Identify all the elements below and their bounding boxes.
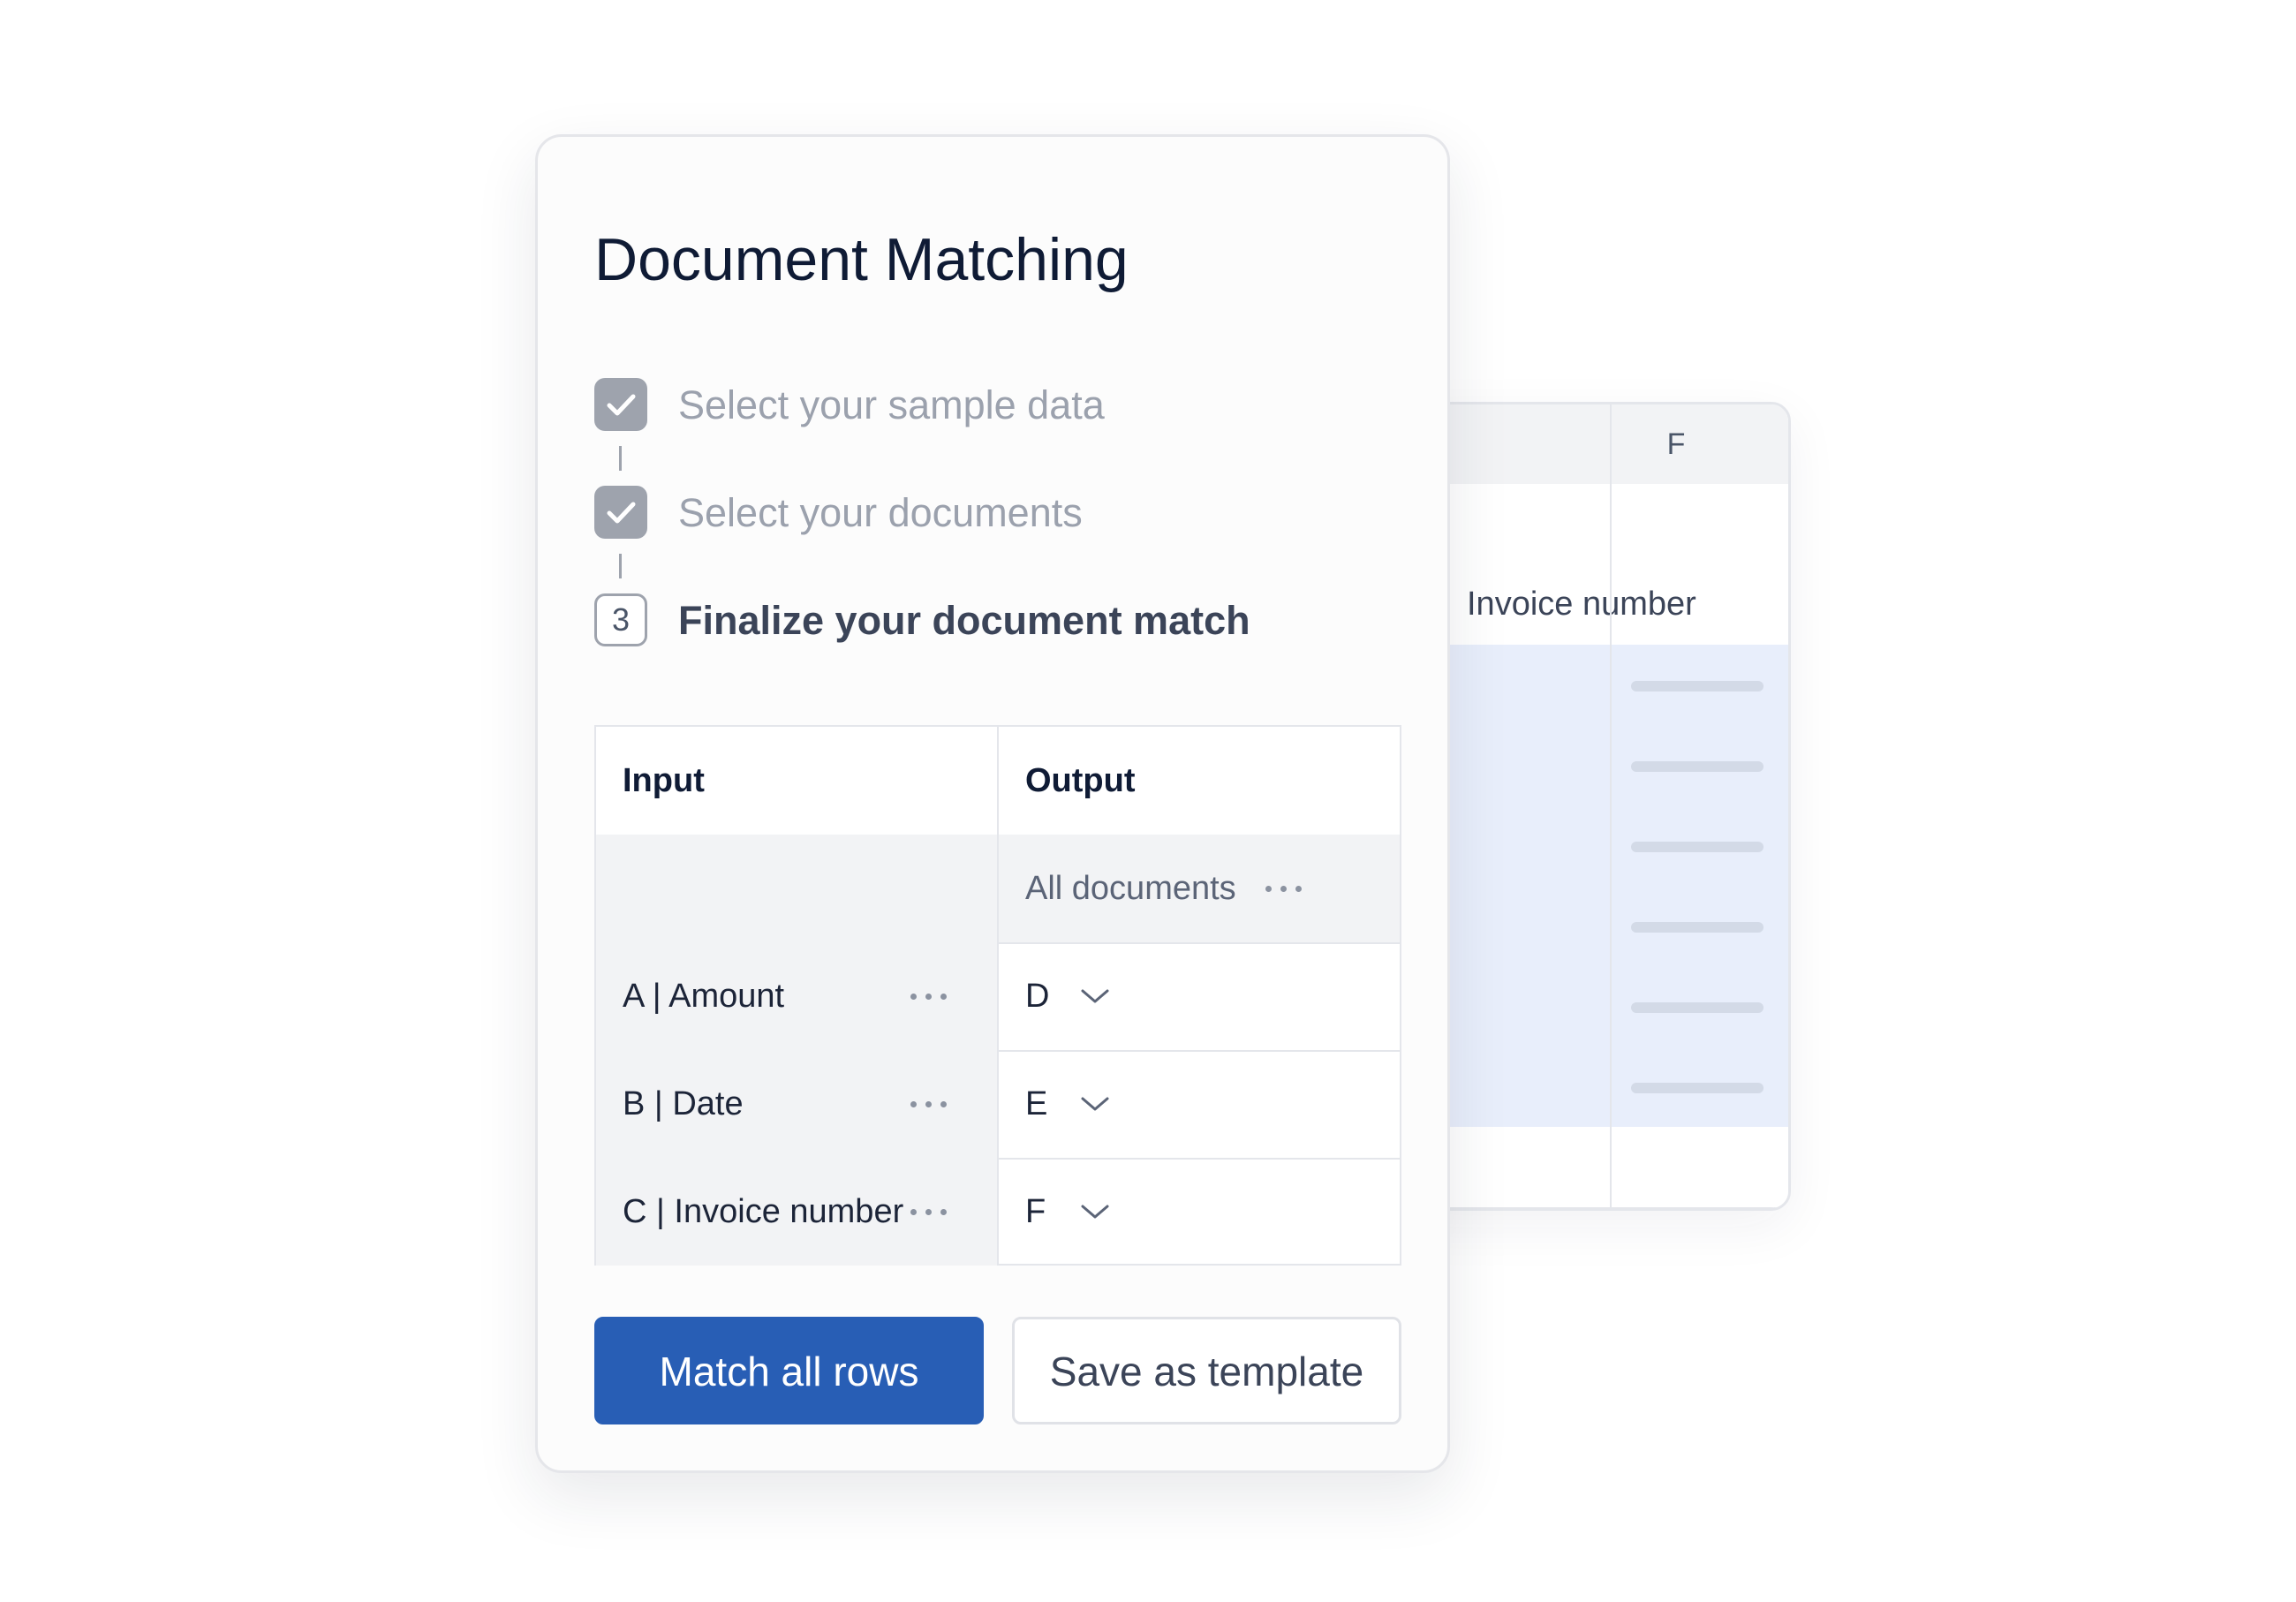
ellipsis-icon[interactable] [909, 991, 949, 1001]
chevron-down-icon[interactable] [1080, 987, 1110, 1005]
sheet-row-highlighted[interactable] [1398, 966, 1788, 1048]
document-matching-dialog: Document Matching Select your sample dat… [535, 134, 1450, 1473]
output-select[interactable]: E [999, 1050, 1400, 1158]
save-as-template-button[interactable]: Save as template [1012, 1317, 1401, 1424]
sheet-row[interactable] [1398, 484, 1788, 566]
sheet-row-highlighted[interactable] [1398, 886, 1788, 968]
table-row: A | Amount D [596, 942, 1400, 1052]
output-column-value: D [1025, 977, 1050, 1015]
placeholder-bar [1631, 1002, 1764, 1013]
step-number-badge: 3 [594, 593, 647, 646]
placeholder-bar [1631, 761, 1764, 772]
background-spreadsheet: F Invoice number [1395, 402, 1791, 1211]
ellipsis-icon[interactable] [909, 1206, 949, 1217]
input-cell: A | Amount [596, 942, 999, 1050]
input-column-label: A | Amount [623, 977, 785, 1015]
placeholder-bar [1631, 842, 1764, 852]
sheet-row[interactable]: Invoice number [1398, 564, 1788, 646]
output-column-value: E [1025, 1084, 1048, 1122]
chevron-down-icon[interactable] [1080, 1203, 1110, 1220]
sheet-row-highlighted[interactable] [1398, 725, 1788, 807]
input-header: Input [623, 761, 705, 799]
column-header-cell[interactable]: Invoice number [1467, 564, 1696, 645]
output-select[interactable]: D [999, 942, 1400, 1050]
column-header-bar: F [1398, 404, 1788, 486]
match-all-rows-button[interactable]: Match all rows [594, 1317, 984, 1424]
table-header-row: Input Output [596, 727, 1400, 836]
step-label: Select your documents [678, 490, 1083, 535]
input-column-label: C | Invoice number [623, 1192, 904, 1230]
step-label: Select your sample data [678, 382, 1105, 427]
column-divider [1610, 404, 1612, 1208]
output-select[interactable]: F [999, 1158, 1400, 1266]
table-row: C | Invoice number F [596, 1158, 1400, 1266]
checkmark-icon [594, 378, 647, 431]
column-mapping-table: Input Output All documents A | Amount D [594, 725, 1401, 1266]
column-letter-f[interactable]: F [1610, 404, 1742, 484]
step-connector [619, 554, 622, 578]
all-documents-row: All documents [596, 835, 1400, 944]
output-header-cell: Output [999, 727, 1400, 835]
step-label: Finalize your document match [678, 598, 1250, 643]
sheet-row-highlighted[interactable] [1398, 805, 1788, 888]
input-cell: B | Date [596, 1050, 999, 1158]
placeholder-bar [1631, 922, 1764, 933]
ellipsis-icon[interactable] [1264, 883, 1304, 894]
dialog-title: Document Matching [594, 226, 1129, 293]
input-header-cell: Input [596, 727, 999, 835]
placeholder-bar [1631, 1083, 1764, 1093]
sheet-row-highlighted[interactable] [1398, 1047, 1788, 1129]
sheet-row[interactable] [1398, 1127, 1788, 1208]
step-connector [619, 446, 622, 471]
ellipsis-icon[interactable] [909, 1099, 949, 1109]
all-documents-label: All documents [1025, 869, 1236, 907]
placeholder-bar [1631, 681, 1764, 691]
empty-input-cell [596, 835, 999, 942]
sheet-row-highlighted[interactable] [1398, 645, 1788, 727]
input-column-label: B | Date [623, 1084, 744, 1122]
output-column-value: F [1025, 1192, 1046, 1230]
all-documents-cell: All documents [999, 835, 1400, 942]
output-header: Output [1025, 761, 1136, 799]
chevron-down-icon[interactable] [1080, 1095, 1110, 1113]
input-cell: C | Invoice number [596, 1158, 999, 1266]
table-row: B | Date E [596, 1050, 1400, 1160]
checkmark-icon [594, 486, 647, 539]
